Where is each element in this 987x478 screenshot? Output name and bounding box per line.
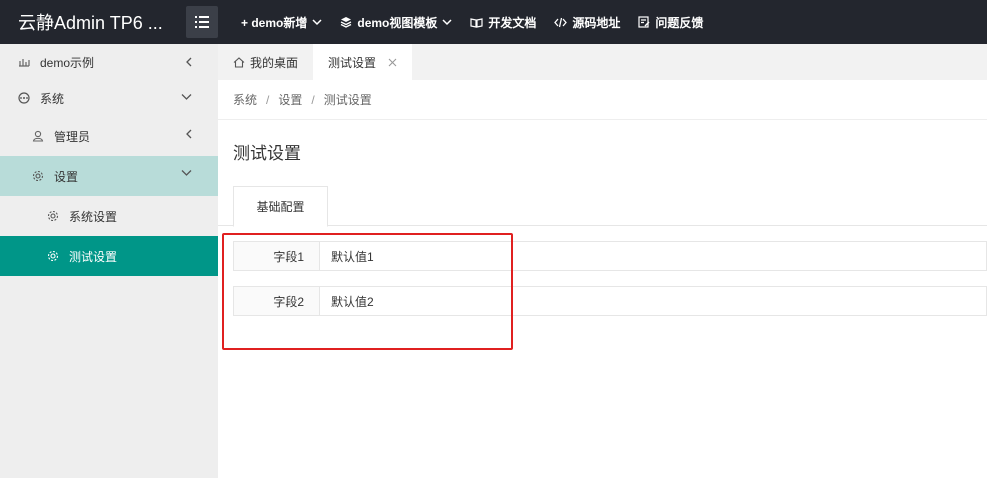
top-bar: 云静Admin TP6 ... + demo新增 demo视图模板 开发文档 源… <box>0 0 987 44</box>
breadcrumb-item-current: 测试设置 <box>323 93 372 107</box>
chevron-down-icon <box>442 18 452 26</box>
breadcrumb-item[interactable]: 设置 <box>278 91 302 108</box>
tab-home-label: 我的桌面 <box>250 55 299 70</box>
menu-icon <box>195 16 209 28</box>
sidebar-item-label: 测试设置 <box>69 249 118 264</box>
app-logo[interactable]: 云静Admin TP6 ... <box>0 9 186 35</box>
nav-demo-add-label: + demo新增 <box>241 15 308 30</box>
close-icon[interactable] <box>388 58 397 67</box>
page-title: 测试设置 <box>233 144 301 163</box>
top-nav: + demo新增 demo视图模板 开发文档 源码地址 问题反馈 <box>232 0 712 44</box>
breadcrumb-separator: / <box>311 92 315 107</box>
sidebar-item-label: 系统设置 <box>69 209 118 224</box>
nav-demo-view-template-label: demo视图模板 <box>357 15 438 30</box>
page-tab-bar: 我的桌面 测试设置 <box>218 44 987 80</box>
chevron-left-icon <box>185 129 192 139</box>
sidebar-item-label: 系统 <box>40 91 65 106</box>
nav-demo-add[interactable]: + demo新增 <box>232 0 331 44</box>
breadcrumb-separator: / <box>266 92 270 107</box>
feedback-icon <box>638 16 650 28</box>
chevron-down-icon <box>181 169 192 177</box>
breadcrumb: 系统 / 设置 / 测试设置 <box>218 80 987 120</box>
sidebar-item-label: 管理员 <box>54 129 91 144</box>
system-icon <box>17 92 31 104</box>
sidebar-item-system[interactable]: 系统 <box>0 80 218 116</box>
code-icon <box>554 17 568 28</box>
nav-feedback[interactable]: 问题反馈 <box>629 0 712 44</box>
gear-icon <box>46 250 60 262</box>
nav-dev-docs[interactable]: 开发文档 <box>461 0 545 44</box>
field-value[interactable]: 默认值1 <box>320 242 986 270</box>
sidebar: demo示例 系统 管理员 设置 系统设置 测试设置 <box>0 44 218 478</box>
sidebar-item-test-settings[interactable]: 测试设置 <box>0 236 218 276</box>
sidebar-item-label: 设置 <box>54 169 79 184</box>
user-icon <box>31 130 45 142</box>
nav-source-code-label: 源码地址 <box>572 15 621 30</box>
sidebar-item-label: demo示例 <box>40 55 95 70</box>
chevron-down-icon <box>312 18 322 26</box>
field-label: 字段1 <box>234 242 320 270</box>
form-field-1: 字段1 默认值1 <box>233 241 987 271</box>
chevron-left-icon <box>185 57 192 67</box>
tab-test-settings[interactable]: 测试设置 <box>313 44 413 80</box>
form-field-2: 字段2 默认值2 <box>233 286 987 316</box>
sidebar-toggle-button[interactable] <box>186 6 218 38</box>
nav-dev-docs-label: 开发文档 <box>488 15 537 30</box>
home-icon <box>233 56 245 68</box>
sidebar-item-settings[interactable]: 设置 <box>0 156 218 196</box>
dashboard-icon <box>17 57 31 67</box>
field-value[interactable]: 默认值2 <box>320 287 986 315</box>
breadcrumb-item[interactable]: 系统 <box>233 91 257 108</box>
book-icon <box>470 17 483 28</box>
nav-feedback-label: 问题反馈 <box>655 15 704 30</box>
sidebar-item-system-settings[interactable]: 系统设置 <box>0 196 218 236</box>
sidebar-item-admin[interactable]: 管理员 <box>0 116 218 156</box>
chevron-down-icon <box>181 93 192 101</box>
gear-icon <box>46 210 60 222</box>
tab-test-settings-label: 测试设置 <box>328 55 377 70</box>
sidebar-item-demo[interactable]: demo示例 <box>0 44 218 80</box>
gear-icon <box>31 170 45 182</box>
field-label: 字段2 <box>234 287 320 315</box>
nav-source-code[interactable]: 源码地址 <box>545 0 629 44</box>
layers-icon <box>340 16 352 28</box>
tab-basic-config[interactable]: 基础配置 <box>233 186 328 227</box>
tab-home[interactable]: 我的桌面 <box>218 44 313 80</box>
config-tab-bar: 基础配置 <box>218 186 987 227</box>
nav-demo-view-template[interactable]: demo视图模板 <box>331 0 461 44</box>
